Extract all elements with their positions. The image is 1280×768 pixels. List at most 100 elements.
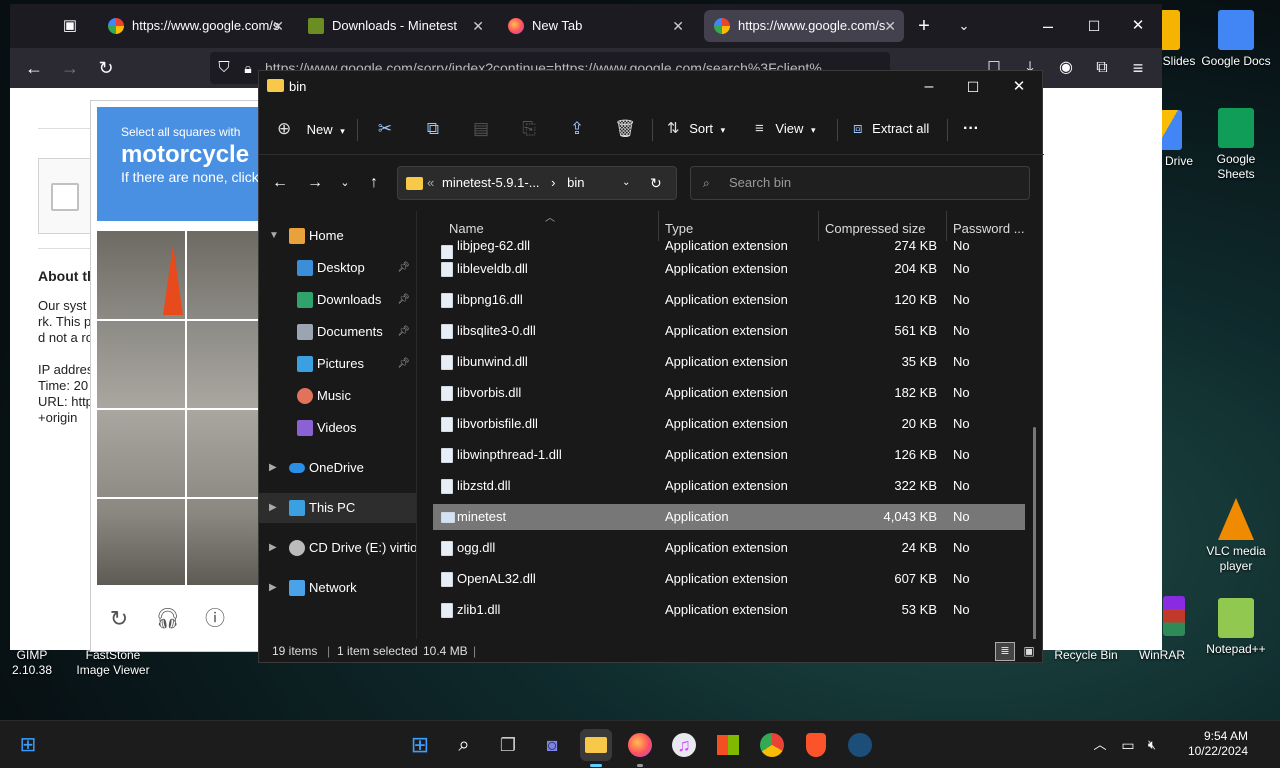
extensions-icon[interactable]: ⧉ bbox=[1090, 56, 1114, 80]
display-icon[interactable]: ▭ bbox=[1116, 733, 1140, 757]
recent-locations-icon[interactable]: ⌄ bbox=[333, 171, 357, 195]
file-row[interactable]: libwinpthread-1.dll Application extension… bbox=[433, 442, 1025, 468]
clock[interactable]: 9:54 AM 10/22/2024 bbox=[1168, 729, 1248, 759]
nav-item-desktop[interactable]: Desktop 📌︎ bbox=[259, 253, 416, 283]
chevron-right-icon[interactable]: ▶ bbox=[269, 453, 277, 483]
tiles-view-icon[interactable]: ▣ bbox=[1019, 642, 1039, 661]
rename-icon[interactable]: ⎘ bbox=[515, 115, 543, 143]
steam-icon[interactable] bbox=[844, 729, 876, 761]
nav-item-network[interactable]: ▶ Network bbox=[259, 573, 416, 603]
back-icon[interactable]: ← bbox=[268, 171, 292, 195]
desktop-icon-winrar[interactable]: WinRAR bbox=[1126, 648, 1198, 663]
close-tab-icon[interactable]: ✕ bbox=[884, 10, 896, 42]
new-button[interactable]: ⊕ New ▾ bbox=[277, 115, 345, 143]
desktop-icon-recycle-bin[interactable]: Recycle Bin bbox=[1050, 648, 1122, 663]
reload-challenge-icon[interactable]: ↻ bbox=[107, 607, 131, 631]
tab-list-icon[interactable]: ⌄ bbox=[952, 14, 976, 38]
more-button[interactable]: ··· bbox=[963, 115, 979, 143]
file-row[interactable]: libvorbisfile.dll Application extension 20… bbox=[433, 411, 1025, 437]
breadcrumb-parent[interactable]: minetest-5.9.1-... bbox=[442, 175, 540, 190]
file-row[interactable]: libzstd.dll Application extension 322 KB No bbox=[433, 473, 1025, 499]
forward-icon[interactable]: → bbox=[58, 56, 82, 80]
nav-item-music[interactable]: Music bbox=[259, 381, 416, 411]
brave-icon[interactable] bbox=[800, 729, 832, 761]
desktop-icon-gimp[interactable]: GIMP 2.10.38 bbox=[0, 648, 68, 678]
store-icon[interactable] bbox=[712, 729, 744, 761]
close-tab-icon[interactable]: ✕ bbox=[672, 10, 684, 42]
desktop-icon-google-sheets[interactable]: Google Sheets bbox=[1200, 108, 1272, 182]
extract-all-button[interactable]: ⧈ Extract all bbox=[853, 115, 929, 143]
file-row[interactable]: minetest Application 4,043 KB No bbox=[433, 504, 1025, 530]
browser-tab-active[interactable]: https://www.google.com/s ✕ bbox=[704, 10, 904, 42]
chrome-icon[interactable] bbox=[756, 729, 788, 761]
column-header-compressed-size[interactable]: Compressed size bbox=[819, 211, 947, 241]
minimize-icon[interactable]: – bbox=[917, 75, 941, 99]
paste-icon[interactable]: ▤ bbox=[467, 115, 495, 143]
windows-icon[interactable]: ⊞ bbox=[404, 729, 436, 761]
audio-challenge-icon[interactable]: 🎧︎ bbox=[155, 607, 180, 631]
chat-icon[interactable]: ◙ bbox=[536, 729, 568, 761]
sort-button[interactable]: ⇅ Sort ▾ bbox=[667, 115, 725, 143]
new-tab-icon[interactable]: + bbox=[912, 14, 936, 38]
tab-manager-icon[interactable]: ▣ bbox=[58, 14, 82, 38]
details-view-icon[interactable]: ≣ bbox=[995, 642, 1015, 661]
nav-item-videos[interactable]: Videos bbox=[259, 413, 416, 443]
chevron-right-icon[interactable]: ▶ bbox=[269, 573, 277, 603]
maximize-icon[interactable]: ☐ bbox=[1082, 14, 1106, 38]
reload-icon[interactable]: ↻ bbox=[94, 56, 118, 80]
chevron-up-icon[interactable]: ︿ bbox=[1088, 733, 1112, 757]
chevron-down-icon[interactable]: ▼ bbox=[269, 221, 279, 251]
forward-icon[interactable]: → bbox=[303, 171, 327, 195]
minimize-icon[interactable]: – bbox=[1036, 14, 1060, 38]
file-row[interactable]: libunwind.dll Application extension 35 KB N… bbox=[433, 349, 1025, 375]
file-explorer-icon[interactable] bbox=[580, 729, 612, 761]
file-row[interactable]: libsqlite3-0.dll Application extension 561… bbox=[433, 318, 1025, 344]
lock-icon[interactable]: 🔒︎ bbox=[236, 56, 260, 80]
volume-muted-icon[interactable]: 🔇︎ bbox=[1140, 733, 1164, 757]
file-row[interactable]: OpenAL32.dll Application extension 607 KB N… bbox=[433, 566, 1025, 592]
browser-tab[interactable]: Downloads - Minetest ✕ bbox=[298, 10, 492, 42]
refresh-icon[interactable]: ↻ bbox=[650, 167, 662, 199]
desktop-icon-google-docs[interactable]: Google Docs bbox=[1200, 10, 1272, 69]
nav-item-home[interactable]: ▼ Home bbox=[259, 221, 416, 251]
close-tab-icon[interactable]: ✕ bbox=[272, 10, 284, 42]
nav-item-cd-drive[interactable]: ▶ CD Drive (E:) virtio-w bbox=[259, 533, 416, 563]
file-row[interactable]: zlib1.dll Application extension 53 KB No bbox=[433, 597, 1025, 623]
file-row[interactable]: libvorbis.dll Application extension 182 KB… bbox=[433, 380, 1025, 406]
address-bar[interactable]: « minetest-5.9.1-... › bin ⌄ ↻ bbox=[397, 166, 677, 200]
chevron-right-icon[interactable]: ▶ bbox=[269, 533, 277, 563]
desktop-icon-vlc[interactable]: VLC media player bbox=[1200, 498, 1272, 574]
itunes-icon[interactable]: ♫ bbox=[668, 729, 700, 761]
nav-item-documents[interactable]: Documents 📌︎ bbox=[259, 317, 416, 347]
up-icon[interactable]: ↑ bbox=[362, 171, 386, 195]
view-button[interactable]: ≡ View ▾ bbox=[755, 115, 816, 143]
nav-item-downloads[interactable]: Downloads 📌︎ bbox=[259, 285, 416, 315]
cut-icon[interactable]: ✂ bbox=[371, 115, 399, 143]
desktop-icon-faststone[interactable]: FastStone Image Viewer bbox=[76, 648, 150, 678]
share-icon[interactable]: ⇪ bbox=[563, 115, 591, 143]
search-box[interactable]: ⌕ Search bin bbox=[690, 166, 1030, 200]
firefox-icon[interactable] bbox=[624, 729, 656, 761]
file-row[interactable]: libpng16.dll Application extension 120 KB N… bbox=[433, 287, 1025, 313]
captcha-image-grid[interactable] bbox=[97, 231, 265, 585]
nav-item-onedrive[interactable]: ▶ OneDrive bbox=[259, 453, 416, 483]
close-tab-icon[interactable]: ✕ bbox=[472, 10, 484, 42]
close-icon[interactable]: ✕ bbox=[1126, 14, 1150, 38]
column-header-password[interactable]: Password ... bbox=[947, 211, 1031, 241]
vertical-scrollbar[interactable] bbox=[1033, 427, 1036, 639]
recaptcha-checkbox[interactable] bbox=[51, 183, 79, 211]
nav-item-this-pc[interactable]: ▶ This PC bbox=[259, 493, 416, 523]
browser-tab[interactable]: New Tab ✕ bbox=[498, 10, 692, 42]
file-row[interactable]: libleveldb.dll Application extension 204 K… bbox=[433, 256, 1025, 282]
desktop-icon-notepadpp[interactable]: Notepad++ bbox=[1200, 598, 1272, 657]
copy-icon[interactable]: ⧉ bbox=[419, 115, 447, 143]
start-icon[interactable]: ⊞ bbox=[12, 729, 44, 761]
delete-icon[interactable]: 🗑︎ bbox=[611, 115, 639, 143]
maximize-icon[interactable]: ☐ bbox=[961, 75, 985, 99]
breadcrumb-current[interactable]: bin bbox=[567, 175, 584, 190]
menu-icon[interactable]: ≡ bbox=[1126, 56, 1150, 80]
chevron-down-icon[interactable]: ⌄ bbox=[622, 167, 630, 199]
search-icon[interactable]: ⌕ bbox=[448, 729, 480, 761]
shield-icon[interactable]: ⛉ bbox=[212, 56, 236, 80]
column-header-type[interactable]: Type bbox=[659, 211, 819, 241]
